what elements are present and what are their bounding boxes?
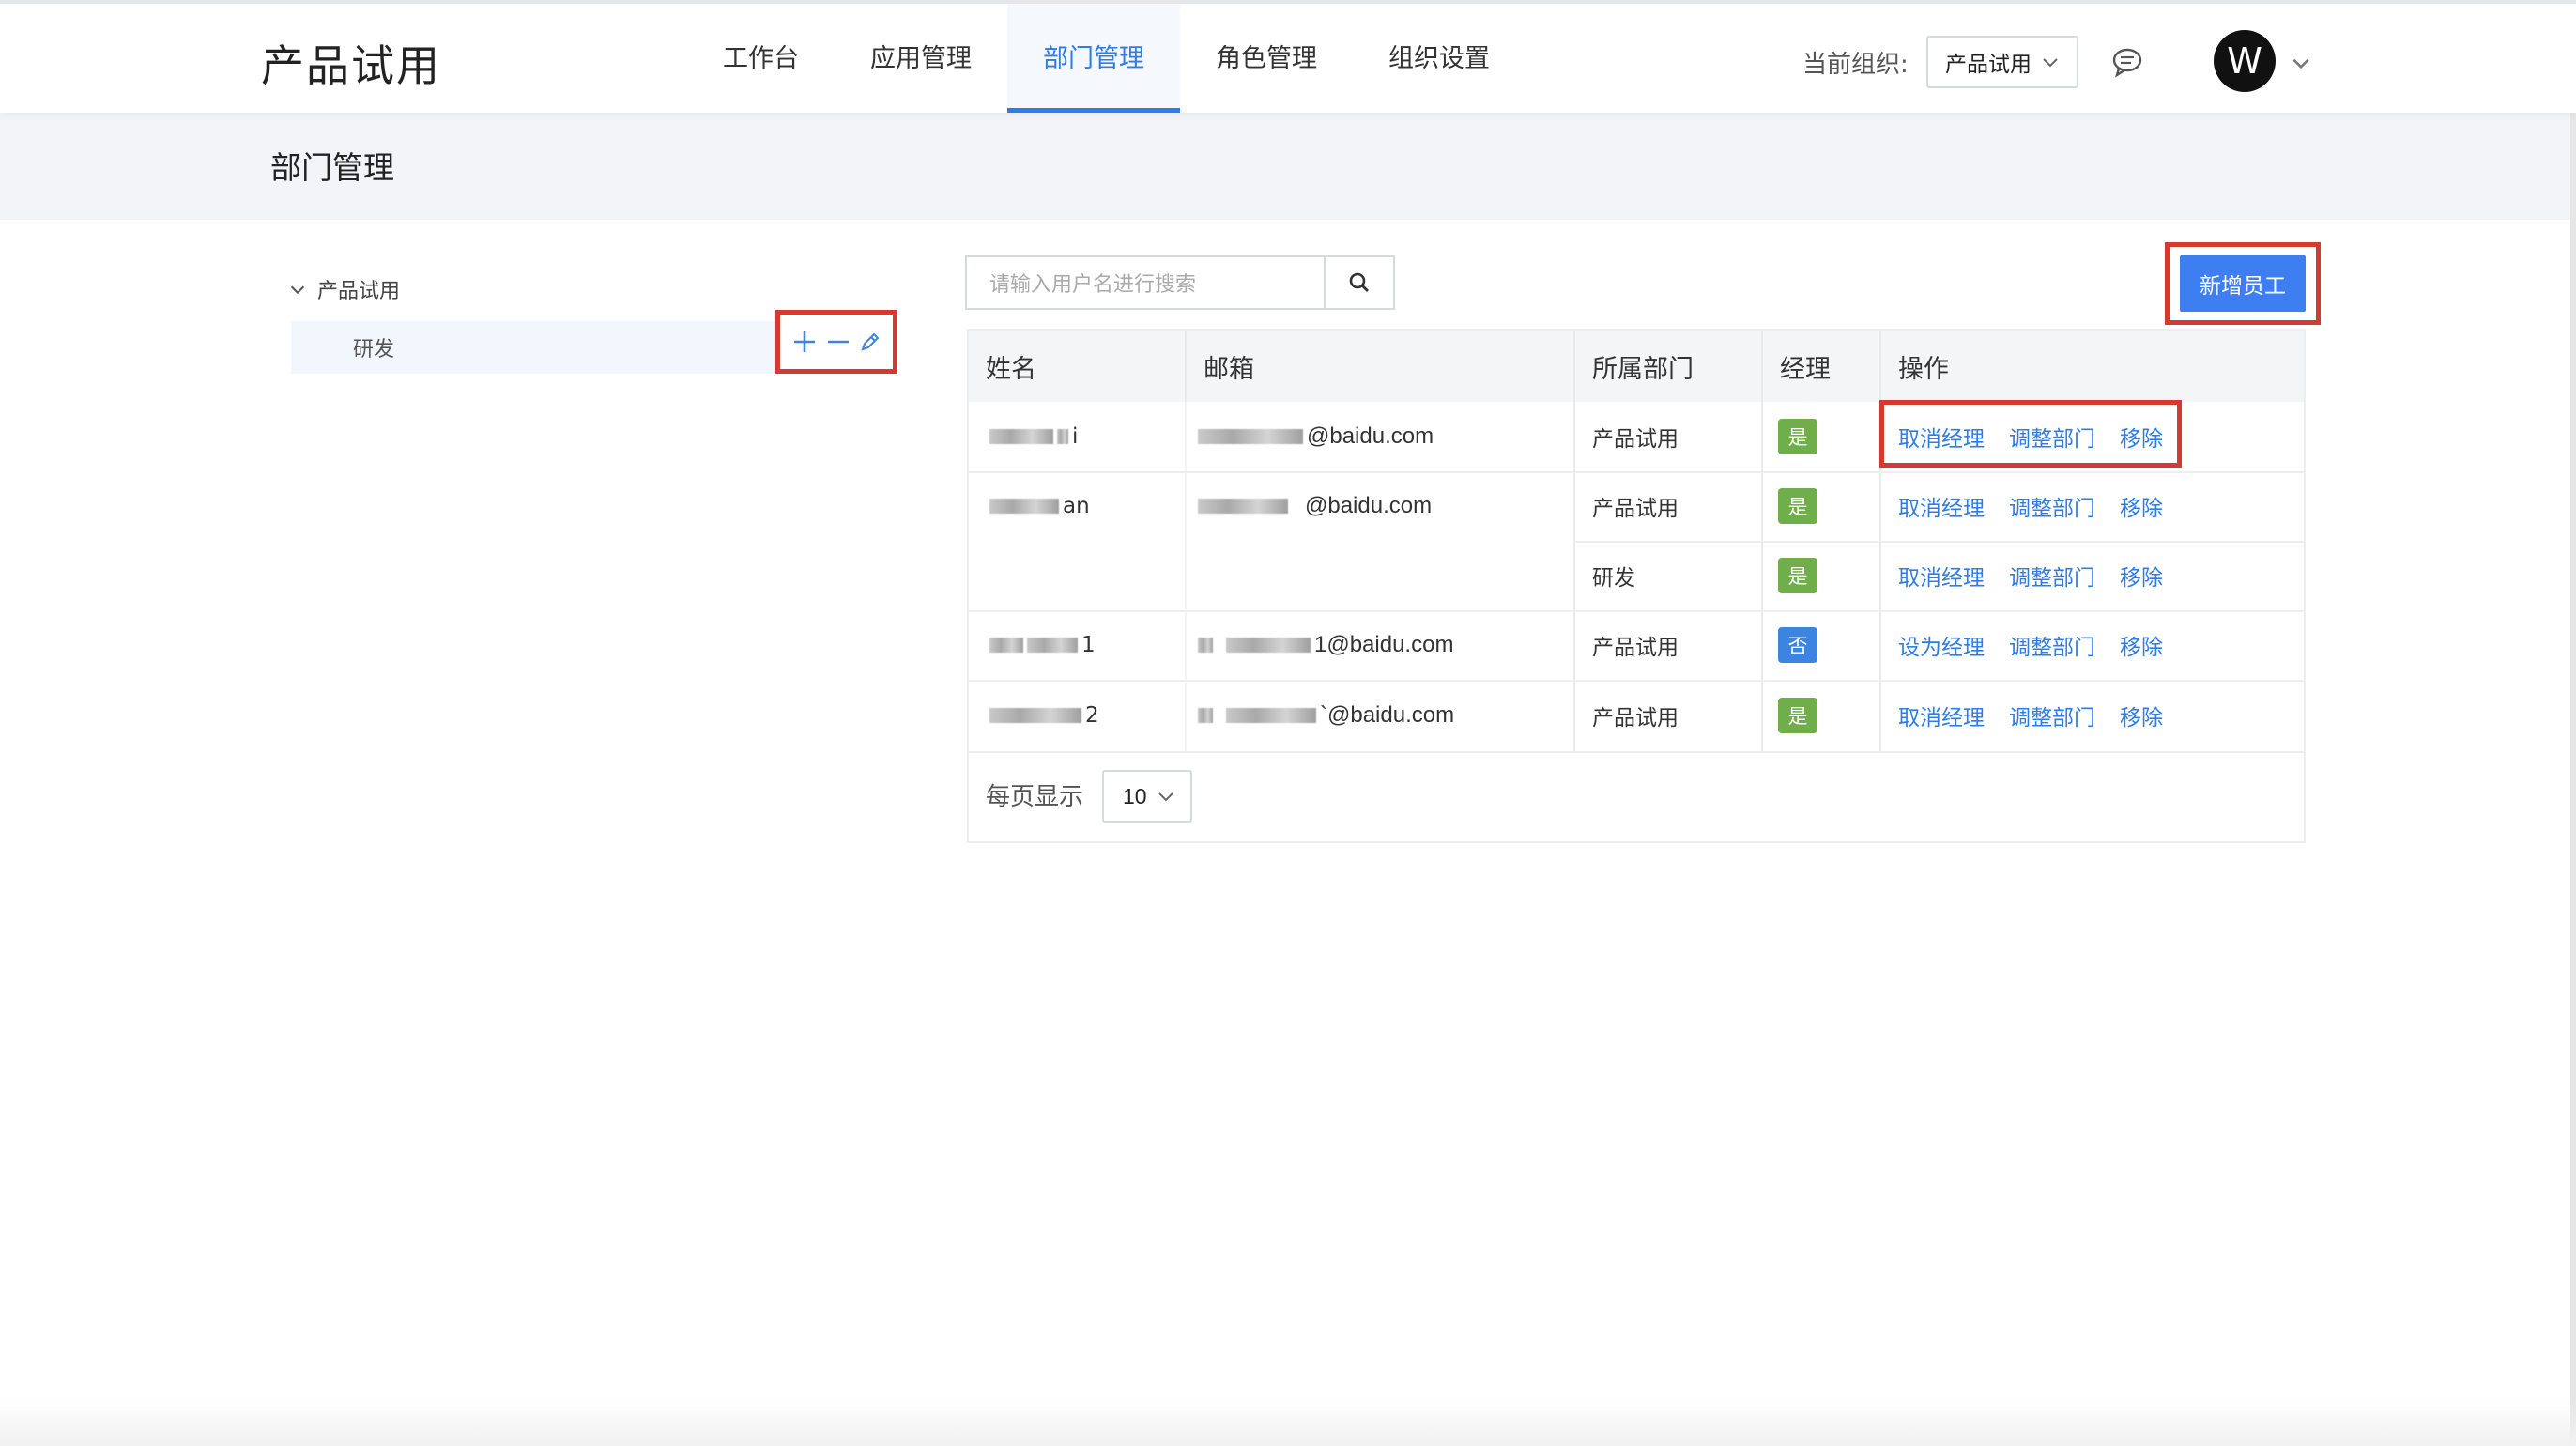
app-title: 产品试用 (261, 40, 441, 91)
table-row-2b-operations: 取消经理 调整部门 移除 (1898, 541, 2187, 610)
cancel-manager-link[interactable]: 取消经理 (1898, 490, 1985, 522)
set-manager-link[interactable]: 设为经理 (1898, 629, 1985, 661)
search-input[interactable]: 请输入用户名进行搜索 (965, 255, 1324, 310)
table-row-3-manager: 否 (1778, 610, 1817, 680)
column-separator (1185, 402, 1187, 753)
chevron-down-icon[interactable] (287, 279, 308, 300)
avatar[interactable]: W (2214, 30, 2276, 92)
table-row-2b-manager: 是 (1778, 541, 1817, 610)
page-size-label: 每页显示 (986, 783, 1084, 811)
tree-node-actions (775, 310, 897, 374)
table-header: 姓名 邮箱 所属部门 经理 操作 (969, 331, 2304, 402)
table-row-3-department: 产品试用 (1592, 636, 1679, 660)
table-row-4-department: 产品试用 (1592, 706, 1679, 731)
manager-badge: 否 (1778, 627, 1817, 663)
nav-org-settings[interactable]: 组织设置 (1353, 4, 1526, 113)
search-icon (1349, 272, 1369, 292)
table-row-3-name: 1 (989, 610, 1096, 680)
adjust-department-link[interactable]: 调整部门 (2009, 560, 2095, 592)
table-row-2-email: @baidu.com (1198, 471, 1432, 541)
bottom-shadow (0, 1399, 2576, 1446)
add-employee-highlight: 新增员工 (2165, 242, 2321, 325)
table-row-1-manager: 是 (1778, 402, 1817, 471)
adjust-department-link[interactable]: 调整部门 (2009, 490, 2095, 522)
manager-badge: 是 (1778, 698, 1817, 733)
minus-icon[interactable] (824, 328, 852, 356)
window-edge (2570, 0, 2576, 1446)
page-title: 部门管理 (270, 149, 394, 186)
table-row-1-name: i (989, 402, 1078, 471)
cancel-manager-link[interactable]: 取消经理 (1898, 700, 1985, 731)
row-divider (969, 751, 2304, 753)
remove-link[interactable]: 移除 (2120, 629, 2163, 661)
table-row-1-department: 产品试用 (1592, 427, 1679, 452)
org-select-value: 产品试用 (1945, 53, 2032, 77)
operations-highlight (1879, 400, 2182, 468)
tree-root-label: 产品试用 (317, 280, 401, 303)
header-department: 所属部门 (1592, 354, 1694, 384)
message-icon[interactable] (2110, 45, 2144, 79)
add-employee-button[interactable]: 新增员工 (2180, 255, 2306, 312)
table-row-4-email: `@baidu.com (1198, 680, 1454, 751)
adjust-department-link[interactable]: 调整部门 (2009, 700, 2095, 731)
cancel-manager-link[interactable]: 取消经理 (1898, 560, 1985, 592)
table-row-2-name: an (989, 471, 1090, 541)
header-operations: 操作 (1898, 354, 1949, 384)
table-row-3-operations: 设为经理 调整部门 移除 (1898, 610, 2187, 680)
nav-app-management[interactable]: 应用管理 (835, 4, 1007, 113)
remove-link[interactable]: 移除 (2120, 490, 2163, 522)
table-row-2-manager: 是 (1778, 471, 1817, 541)
table-row-4-manager: 是 (1778, 680, 1817, 751)
org-select[interactable]: 产品试用 (1926, 36, 2078, 88)
edit-icon[interactable] (858, 330, 882, 354)
tree-root-node[interactable]: 产品试用 (287, 274, 400, 304)
page-size-select[interactable]: 10 (1102, 770, 1192, 823)
manager-badge: 是 (1778, 558, 1817, 593)
chevron-down-icon (1158, 792, 1173, 802)
tree-node-label: 研发 (353, 338, 395, 362)
top-bar: 产品试用 工作台 应用管理 部门管理 角色管理 组织设置 当前组织: 产品试用 … (0, 0, 2576, 113)
remove-link[interactable]: 移除 (2120, 560, 2163, 592)
search-button[interactable] (1324, 255, 1395, 310)
header-name: 姓名 (986, 354, 1036, 384)
column-separator (1185, 331, 1187, 402)
nav-role-management[interactable]: 角色管理 (1180, 4, 1353, 113)
current-org-label: 当前组织: (1802, 51, 1909, 79)
plus-icon[interactable] (790, 328, 819, 356)
table-row-4-operations: 取消经理 调整部门 移除 (1898, 680, 2187, 751)
table-row-3-email: 1@baidu.com (1198, 610, 1453, 680)
table-row-1-email: @baidu.com (1198, 402, 1434, 471)
page-size-value: 10 (1123, 783, 1147, 808)
nav-workbench[interactable]: 工作台 (687, 4, 835, 113)
main-nav: 工作台 应用管理 部门管理 角色管理 组织设置 (687, 4, 1526, 113)
table-row-2-department: 产品试用 (1592, 497, 1679, 521)
header-manager: 经理 (1780, 354, 1831, 384)
adjust-department-link[interactable]: 调整部门 (2009, 629, 2095, 661)
table-row-2b-department: 研发 (1592, 566, 1635, 591)
remove-link[interactable]: 移除 (2120, 700, 2163, 731)
table-row-4-name: 2 (989, 680, 1099, 751)
table-row-2-operations: 取消经理 调整部门 移除 (1898, 471, 2187, 541)
chevron-down-icon[interactable] (2289, 51, 2313, 75)
nav-department-management[interactable]: 部门管理 (1007, 4, 1180, 113)
manager-badge: 是 (1778, 419, 1817, 454)
header-email: 邮箱 (1204, 354, 1254, 384)
chevron-down-icon (2043, 58, 2058, 68)
manager-badge: 是 (1778, 488, 1817, 524)
tree-node-research[interactable]: 研发 (291, 321, 779, 374)
